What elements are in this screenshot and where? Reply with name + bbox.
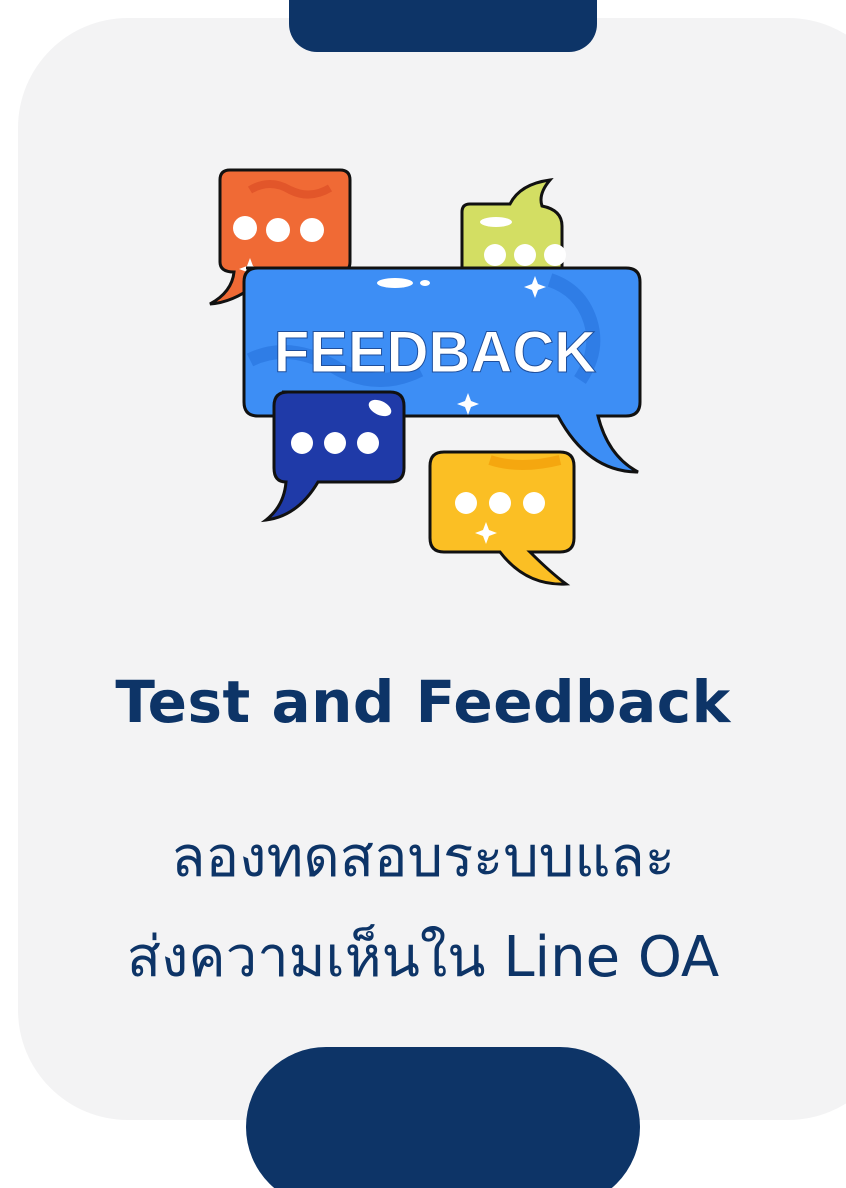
top-tab bbox=[289, 0, 597, 52]
subtitle-line-1: ลองทดสอบระบบและ bbox=[171, 825, 675, 890]
subtitle-line-2: ส่งความเห็นใน Line OA bbox=[126, 925, 720, 990]
badge-text: FEEDBACK bbox=[274, 320, 596, 385]
yellow-bubble-icon bbox=[428, 450, 576, 586]
bottom-pill-button[interactable] bbox=[246, 1047, 640, 1188]
darkblue-bubble-icon bbox=[260, 390, 406, 523]
feedback-bubbles-icon: FEEDBACK bbox=[209, 168, 642, 586]
page: FEEDBACK Test and Feedback ลองทดสอบระบบแ… bbox=[0, 0, 846, 1188]
page-title: Test and Feedback bbox=[115, 668, 731, 736]
